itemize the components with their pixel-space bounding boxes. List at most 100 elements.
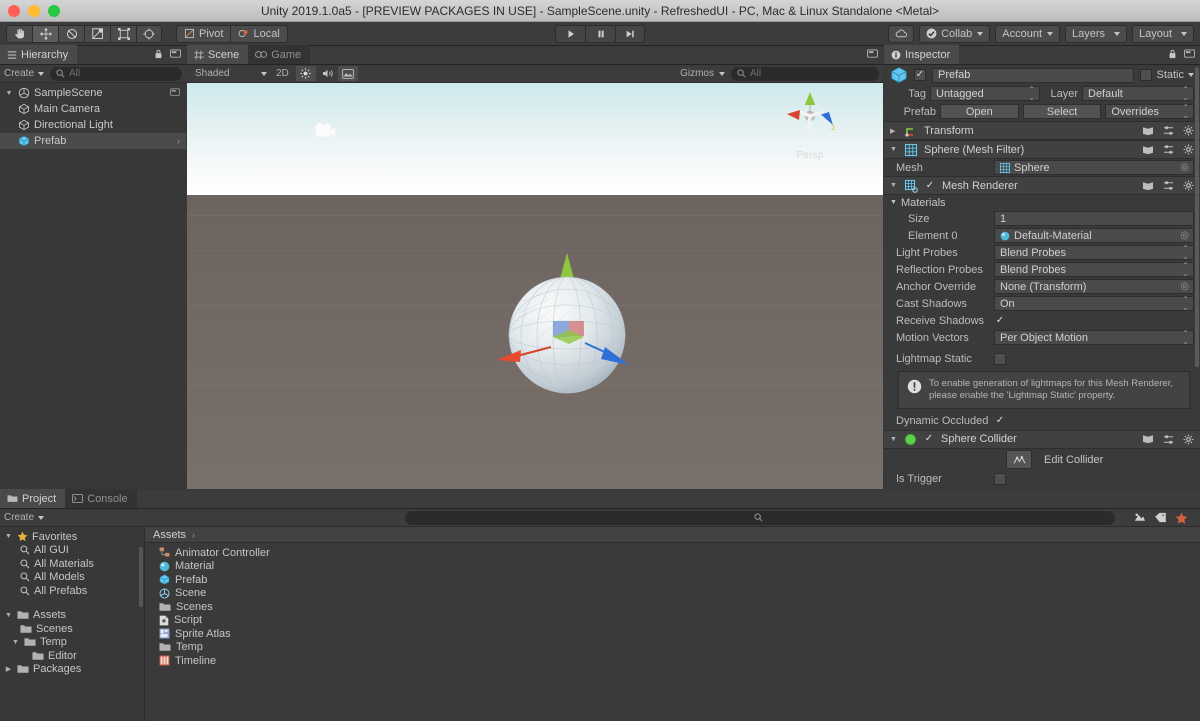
rotate-tool-button[interactable] xyxy=(58,24,84,43)
static-dropdown[interactable]: Static xyxy=(1140,69,1194,81)
materials-section[interactable]: ▼ Materials xyxy=(884,195,1200,210)
projection-mode-label[interactable]: Persp xyxy=(779,150,841,161)
project-tree-item-temp[interactable]: ▼ Temp xyxy=(0,636,144,650)
hierarchy-item-samplescene[interactable]: ▼ SampleScene xyxy=(0,85,186,101)
scene-tab-icons[interactable] xyxy=(867,49,878,59)
mesh-object-field[interactable]: Sphere ◎ xyxy=(994,160,1194,175)
pivot-mode-group[interactable]: Pivot Local xyxy=(176,24,288,43)
cloud-button[interactable] xyxy=(888,24,915,43)
object-picker-icon[interactable]: ◎ xyxy=(1180,162,1189,173)
scene-axis-gizmo[interactable]: x z Persp xyxy=(779,89,841,161)
project-tree-item-editor[interactable]: Editor xyxy=(0,649,144,663)
lock-icon[interactable] xyxy=(1168,49,1177,59)
audio-toggle-button[interactable] xyxy=(318,66,338,81)
playback-controls[interactable] xyxy=(555,24,645,43)
asset-row-scenes[interactable]: Scenes xyxy=(145,600,1200,614)
preset-icon[interactable] xyxy=(1163,144,1174,155)
asset-row-sprite-atlas[interactable]: Sprite Atlas xyxy=(145,627,1200,641)
asset-row-prefab[interactable]: Prefab xyxy=(145,573,1200,587)
hierarchy-tab-icons[interactable] xyxy=(154,49,181,59)
component-icons[interactable] xyxy=(1142,180,1194,191)
component-icons[interactable] xyxy=(1142,434,1194,445)
hierarchy-item-main-camera[interactable]: Main Camera xyxy=(0,101,186,117)
rect-tool-button[interactable] xyxy=(110,24,136,43)
motion-vectors-dropdown[interactable]: Per Object Motion ⌃ ⌄ xyxy=(994,329,1194,345)
gear-icon[interactable] xyxy=(1183,125,1194,136)
foldout-icon[interactable]: ▼ xyxy=(890,436,898,443)
project-tree-item-favorites[interactable]: ▼ Favorites xyxy=(0,530,144,544)
inspector-scrollbar[interactable] xyxy=(1195,65,1200,489)
panel-menu-icon[interactable] xyxy=(1184,49,1195,59)
pivot-toggle-button[interactable]: Pivot xyxy=(176,24,231,43)
account-dropdown[interactable]: Account xyxy=(995,24,1060,43)
project-tree-scrollbar[interactable] xyxy=(139,547,143,607)
tab-project[interactable]: Project xyxy=(0,489,66,508)
gear-icon[interactable] xyxy=(1183,144,1194,155)
project-tree-item-all-gui[interactable]: All GUI xyxy=(0,544,144,558)
static-checkbox[interactable] xyxy=(1140,69,1153,81)
scale-tool-button[interactable] xyxy=(84,24,110,43)
anchor-override-object-field[interactable]: None (Transform) ◎ xyxy=(994,279,1194,294)
help-book-icon[interactable] xyxy=(1142,181,1154,191)
preset-icon[interactable] xyxy=(1163,434,1174,445)
transform-tools-group[interactable] xyxy=(6,24,162,43)
foldout-icon[interactable]: ▼ xyxy=(4,612,13,619)
lighting-toggle-button[interactable] xyxy=(295,66,316,81)
favorite-star-icon[interactable] xyxy=(1175,512,1188,524)
foldout-icon[interactable]: ▼ xyxy=(890,146,898,153)
hierarchy-search-input[interactable]: All xyxy=(50,66,182,81)
foldout-icon[interactable]: ▼ xyxy=(890,199,897,206)
dynamic-occluded-checkbox[interactable] xyxy=(994,415,1006,427)
component-icons[interactable] xyxy=(1142,125,1194,136)
tab-inspector[interactable]: Inspector xyxy=(884,45,960,64)
hierarchy-item-prefab[interactable]: Prefab › xyxy=(0,133,186,149)
collider-enabled-checkbox[interactable] xyxy=(923,433,935,445)
project-filter-icons[interactable] xyxy=(1121,512,1196,524)
asset-row-timeline[interactable]: Timeline xyxy=(145,654,1200,668)
panel-menu-icon[interactable] xyxy=(170,49,181,59)
receive-shadows-checkbox[interactable] xyxy=(994,315,1006,327)
lock-icon[interactable] xyxy=(154,49,163,59)
layers-dropdown[interactable]: Layers xyxy=(1065,24,1127,43)
inspector-tab-icons[interactable] xyxy=(1168,49,1195,59)
component-header-sphere-collider[interactable]: ▼ Sphere Collider xyxy=(884,429,1200,449)
help-book-icon[interactable] xyxy=(1142,434,1154,444)
filter-by-type-icon[interactable] xyxy=(1133,512,1146,523)
asset-row-script[interactable]: Script xyxy=(145,614,1200,628)
panel-menu-icon[interactable] xyxy=(867,49,878,59)
project-tree-item-all-models[interactable]: All Models xyxy=(0,571,144,585)
project-create-dropdown[interactable]: Create xyxy=(4,512,45,523)
step-button[interactable] xyxy=(615,24,645,43)
component-header-mesh-filter[interactable]: ▼ Sphere (Mesh Filter) xyxy=(884,140,1200,159)
light-probes-dropdown[interactable]: Blend Probes ⌃ ⌄ xyxy=(994,244,1194,260)
project-tree-item-assets[interactable]: ▼ Assets xyxy=(0,609,144,623)
size-input[interactable]: 1 xyxy=(994,211,1194,226)
tab-hierarchy[interactable]: Hierarchy xyxy=(0,45,78,64)
gizmos-dropdown[interactable]: Gizmos xyxy=(680,68,731,79)
object-name-input[interactable]: Prefab xyxy=(932,67,1135,83)
layout-dropdown[interactable]: Layout xyxy=(1132,24,1194,43)
mesh-renderer-enabled-checkbox[interactable] xyxy=(924,180,936,192)
component-icons[interactable] xyxy=(1142,144,1194,155)
inspector-scroll-thumb[interactable] xyxy=(1195,67,1199,367)
object-enabled-checkbox[interactable] xyxy=(914,69,926,81)
component-header-transform[interactable]: ▶ Transform xyxy=(884,121,1200,140)
lightmap-static-checkbox[interactable] xyxy=(994,352,1006,365)
tag-dropdown[interactable]: Untagged ⌃ ⌄ xyxy=(930,85,1040,101)
tab-console[interactable]: Console xyxy=(65,489,137,508)
foldout-icon[interactable]: ▶ xyxy=(4,665,13,673)
project-tree-item-packages[interactable]: ▶ Packages xyxy=(0,663,144,677)
help-book-icon[interactable] xyxy=(1142,145,1154,155)
asset-row-temp[interactable]: Temp xyxy=(145,641,1200,655)
preset-icon[interactable] xyxy=(1163,125,1174,136)
filter-by-label-icon[interactable] xyxy=(1154,512,1167,523)
gear-icon[interactable] xyxy=(1183,180,1194,191)
transform-tool-button[interactable] xyxy=(136,24,162,43)
breadcrumb[interactable]: Assets › xyxy=(145,527,1200,543)
move-tool-button[interactable] xyxy=(32,24,58,43)
project-tree-item-scenes[interactable]: Scenes xyxy=(0,622,144,636)
pause-button[interactable] xyxy=(585,24,615,43)
foldout-icon[interactable]: ▼ xyxy=(11,639,20,646)
cast-shadows-dropdown[interactable]: On ⌃ ⌄ xyxy=(994,295,1194,311)
camera-gizmo-icon[interactable] xyxy=(312,121,340,146)
